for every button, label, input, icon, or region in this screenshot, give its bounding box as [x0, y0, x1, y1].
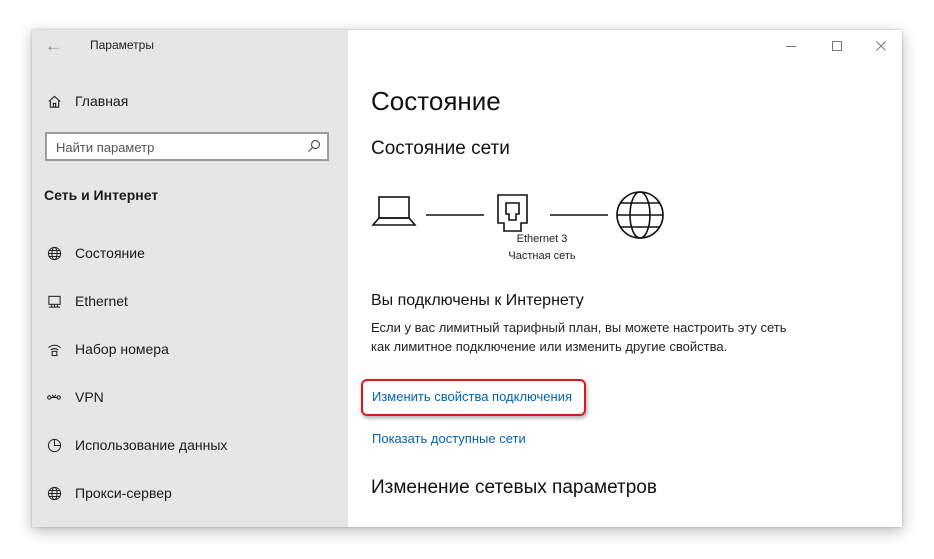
- sidebar-item-label: Использование данных: [75, 437, 228, 453]
- maximize-icon[interactable]: [827, 36, 847, 56]
- main-content: Состояние Состояние сети Ethernet 3 Част…: [348, 30, 902, 527]
- dialup-icon: [46, 341, 62, 357]
- sidebar-item-label: Ethernet: [75, 293, 128, 309]
- minimize-icon[interactable]: [781, 36, 801, 56]
- search-box[interactable]: [45, 132, 329, 161]
- sidebar-item-vpn[interactable]: VPN: [46, 389, 104, 405]
- settings-window: ← Параметры Главная Сеть и: [32, 30, 902, 527]
- ethernet-icon: [46, 293, 62, 309]
- search-icon[interactable]: [307, 139, 321, 153]
- close-icon[interactable]: [871, 36, 891, 56]
- globe-icon: [46, 485, 62, 501]
- internet-globe-icon: [616, 191, 664, 239]
- globe-icon: [46, 245, 62, 261]
- section-title: Сеть и Интернет: [44, 187, 159, 203]
- vpn-icon: [46, 389, 62, 405]
- search-input[interactable]: [56, 138, 296, 156]
- adapter-name: Ethernet 3: [516, 233, 568, 245]
- sidebar-item-ethernet[interactable]: Ethernet: [46, 293, 128, 309]
- show-available-networks-link[interactable]: Показать доступные сети: [372, 431, 526, 446]
- page-title: Состояние: [371, 86, 501, 116]
- change-settings-title: Изменение сетевых параметров: [371, 477, 657, 498]
- sidebar-item-label: Главная: [75, 93, 129, 109]
- sidebar-item-status[interactable]: Состояние: [46, 245, 145, 261]
- sidebar: ← Параметры Главная Сеть и: [32, 30, 348, 527]
- sidebar-item-label: Прокси-сервер: [75, 485, 172, 501]
- ethernet-port-icon: [497, 194, 528, 232]
- network-diagram: Ethernet 3 Частная сеть: [370, 190, 680, 280]
- metered-description: Если у вас лимитный тарифный план, вы мо…: [371, 320, 787, 354]
- sidebar-item-label: VPN: [75, 389, 104, 405]
- app-title: Параметры: [90, 38, 154, 52]
- sidebar-item-dialup[interactable]: Набор номера: [46, 341, 169, 357]
- sidebar-item-home[interactable]: Главная: [46, 93, 128, 109]
- sidebar-item-proxy[interactable]: Прокси-сервер: [46, 485, 172, 501]
- connection-status: Вы подключены к Интернету: [371, 292, 584, 309]
- laptop-icon: [371, 196, 417, 226]
- network-profile: Частная сеть: [508, 250, 576, 262]
- change-connection-properties-link[interactable]: Изменить свойства подключения: [372, 389, 572, 404]
- sidebar-item-data-usage[interactable]: Использование данных: [46, 437, 227, 453]
- back-arrow-icon[interactable]: ←: [45, 36, 62, 56]
- data-usage-icon: [46, 437, 62, 453]
- home-icon: [46, 93, 62, 109]
- network-status-title: Состояние сети: [371, 138, 510, 159]
- sidebar-item-label: Состояние: [75, 245, 145, 261]
- sidebar-item-label: Набор номера: [75, 341, 169, 357]
